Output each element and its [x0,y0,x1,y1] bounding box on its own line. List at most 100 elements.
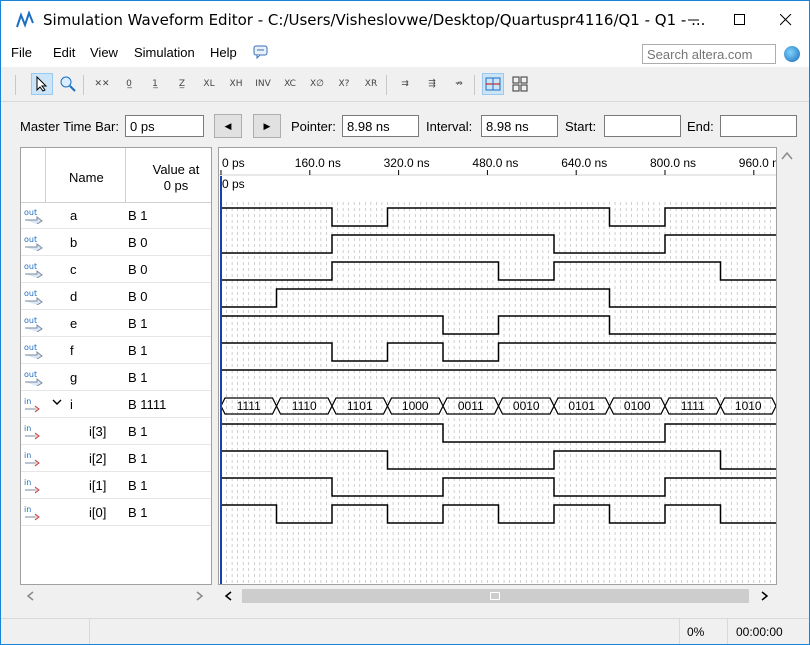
scroll-right-icon[interactable] [196,591,204,601]
signal-value: B 1 [128,451,148,466]
svg-text:out: out [24,289,37,298]
vertical-scrollbar[interactable] [777,147,797,585]
end-label: End: [687,119,714,134]
bus-value-label: 1110 [292,399,317,413]
name-column-header[interactable]: Name [69,170,104,185]
svg-text:in: in [24,451,31,460]
signal-row-i3[interactable]: in i[3] B 1 [21,418,211,445]
forcing-low-button[interactable]: 0̲ [118,73,140,95]
signal-row-a[interactable]: out a B 1 [21,202,211,229]
svg-text:in: in [24,397,31,406]
random-values-button[interactable]: XR [360,73,382,95]
bus-value-label: 0011 [458,399,484,413]
signal-row-i2[interactable]: in i[2] B 1 [21,445,211,472]
menu-simulation[interactable]: Simulation [134,45,195,60]
maximize-button[interactable] [717,1,763,39]
signal-value: B 0 [128,289,148,304]
pointer-icon [36,76,48,92]
count-value-button[interactable]: XC [279,73,301,95]
high-impedance-icon: Z̲ [178,79,186,89]
ruler-tick-label: 800.0 ns [650,156,696,170]
toolbar: ✕✕ 0̲ 1̲ Z̲ XL XH INV XC X∅ X? XR ⇉ ⇶ ⇏ [1,67,809,102]
signal-row-b[interactable]: out b B 0 [21,229,211,256]
minimize-button[interactable] [671,1,717,39]
waveform-canvas[interactable]: 0 ps 160.0 ns 320.0 ns 480.0 ns 640.0 ns 800.… [219,148,777,585]
forcing-high-button[interactable]: 1̲ [144,73,166,95]
svg-text:out: out [24,235,37,244]
scrollbar-thumb[interactable] [242,589,749,603]
zoom-tool-button[interactable] [57,73,79,95]
bus-value-label: 0101 [568,399,595,413]
signal-row-f[interactable]: out f B 1 [21,337,211,364]
pointer-field[interactable]: 8.98 ns [342,115,419,137]
signal-row-e[interactable]: out e B 1 [21,310,211,337]
minimize-icon [688,19,699,21]
ruler-tick-label: 640.0 ns [561,156,607,170]
input-pin-icon: in [23,397,43,413]
menu-help[interactable]: Help [210,45,237,60]
selection-tool-button[interactable] [31,73,53,95]
toolbar-separator [15,75,16,95]
name-pane-horizontal-scrollbar[interactable] [20,585,212,607]
time-cursor-label: 0 ps [222,177,245,191]
interval-field[interactable]: 8.98 ns [481,115,558,137]
invert-button[interactable]: INV [252,73,274,95]
count-value-icon: XC [284,79,296,89]
grid-settings-button[interactable] [509,73,531,95]
end-field[interactable] [720,115,797,137]
functional-simulation-button[interactable]: ⇉ [394,73,416,95]
bus-value-label: 0010 [513,399,540,413]
signal-name: i[0] [89,505,107,520]
signal-value: B 1 [128,316,148,331]
scroll-up-icon[interactable] [781,151,793,161]
generate-netlist-button[interactable]: ⇏ [448,73,470,95]
interval-label: Interval: [426,119,473,134]
timing-simulation-button[interactable]: ⇶ [421,73,443,95]
netlist-icon: ⇏ [455,79,463,89]
next-transition-button[interactable]: ▶ [253,114,281,138]
menu-edit[interactable]: Edit [53,45,75,60]
input-pin-icon: in [23,451,43,467]
search-input[interactable] [642,44,776,64]
signal-row-i[interactable]: in i B 1111 [21,391,211,418]
signal-name: g [70,370,78,385]
scroll-right-icon[interactable] [761,591,769,601]
close-button[interactable] [763,1,809,39]
signal-rows: out a B 1 out b B 0 out c B 0 out d B 0 out e B 1 out f B… [21,202,211,584]
signal-name: a [70,208,78,223]
waveform-pane[interactable]: 0 ps 160.0 ns 320.0 ns 480.0 ns 640.0 ns 800.… [218,147,777,585]
chevron-down-icon[interactable] [51,396,63,411]
svg-text:in: in [24,478,31,487]
signal-row-d[interactable]: out d B 0 [21,283,211,310]
high-impedance-button[interactable]: Z̲ [171,73,193,95]
snap-to-grid-button[interactable] [482,73,504,95]
scroll-left-icon[interactable] [224,591,232,601]
output-pin-icon: out [23,370,43,387]
master-time-bar-field[interactable]: 0 ps [125,115,204,137]
signal-row-c[interactable]: out c B 0 [21,256,211,283]
menu-view[interactable]: View [90,45,118,60]
weak-high-button[interactable]: XH [225,73,247,95]
scroll-left-icon[interactable] [26,591,34,601]
waveform-horizontal-scrollbar[interactable] [218,585,777,607]
signal-list-header: Name Value at 0 ps [21,148,211,203]
weak-high-icon: XH [229,79,243,89]
value-column-header[interactable]: Value at 0 ps [146,162,206,194]
weak-low-button[interactable]: XL [198,73,220,95]
previous-transition-button[interactable]: ◀ [214,114,242,138]
menu-file[interactable]: File [11,45,32,60]
signal-name: f [70,343,74,358]
signal-row-i0[interactable]: in i[0] B 1 [21,499,211,526]
globe-icon[interactable] [784,46,800,62]
signal-row-g[interactable]: out g B 1 [21,364,211,391]
start-field[interactable] [604,115,681,137]
input-pin-icon: in [23,505,43,521]
grid-icon [485,77,501,91]
signal-row-i1[interactable]: in i[1] B 1 [21,472,211,499]
window-title: Simulation Waveform Editor - C:/Users/Vi… [43,11,706,29]
arbitrary-value-button[interactable]: X? [333,73,355,95]
overwrite-clock-button[interactable]: X∅ [306,73,328,95]
signal-name: i[2] [89,451,107,466]
uninitialized-button[interactable]: ✕✕ [91,73,113,95]
chat-balloon-icon[interactable] [253,45,269,59]
